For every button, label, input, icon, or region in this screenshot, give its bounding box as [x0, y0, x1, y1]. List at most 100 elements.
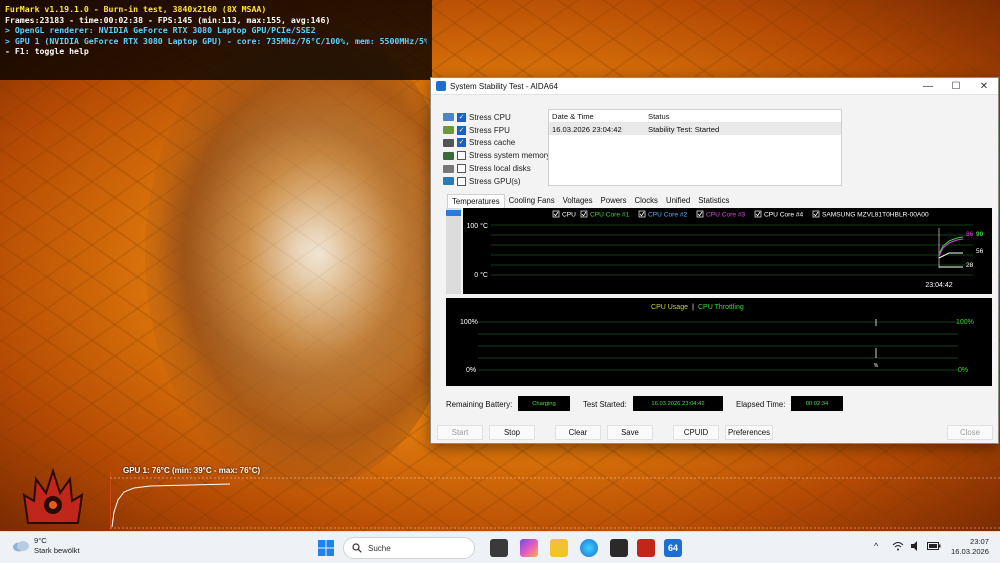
- stress-checkbox[interactable]: [457, 164, 466, 174]
- wifi-icon[interactable]: [892, 541, 904, 551]
- taskbar-search[interactable]: Suche: [343, 537, 475, 559]
- stress-checkbox[interactable]: ✓: [457, 125, 466, 135]
- task-view-icon[interactable]: [490, 539, 508, 557]
- stress-option-2[interactable]: ✓ Stress cache: [443, 137, 553, 150]
- chevron-up-icon[interactable]: ^: [874, 541, 878, 551]
- cache-icon: [443, 138, 454, 147]
- tab-powers[interactable]: Powers: [597, 194, 631, 208]
- furmark-gpu-line: > GPU 1 (NVIDIA GeForce RTX 3080 Laptop …: [5, 35, 427, 46]
- preferences-button[interactable]: Preferences: [725, 425, 773, 440]
- battery-value: Charging: [518, 396, 570, 411]
- test-started-label: Test Started:: [583, 400, 627, 409]
- tab-voltages[interactable]: Voltages: [559, 194, 597, 208]
- battery-label: Remaining Battery:: [446, 400, 513, 409]
- value-label-cpu: 28: [966, 262, 974, 269]
- stress-label: Stress CPU: [469, 112, 511, 122]
- usage-gridlines: [478, 321, 958, 371]
- volume-icon[interactable]: [910, 541, 921, 551]
- close-button[interactable]: Close: [947, 425, 993, 440]
- legend-checkbox[interactable]: [696, 210, 704, 218]
- tab-temperatures[interactable]: Temperatures: [447, 194, 505, 208]
- furmark-taskbar-icon[interactable]: [637, 539, 655, 557]
- tab-statistics[interactable]: Statistics: [694, 194, 733, 208]
- gpu-temperature-graph: [110, 472, 1000, 530]
- stress-label: Stress cache: [469, 138, 516, 148]
- window-titlebar[interactable]: System Stability Test - AIDA64 — ☐ ✕: [431, 78, 998, 95]
- sensor-scroll-thumb[interactable]: [446, 210, 461, 216]
- file-explorer-icon[interactable]: [550, 539, 568, 557]
- aida64-taskbar-icon[interactable]: 64: [664, 539, 682, 557]
- furmark-frames-line: Frames:23183 - time:00:02:38 - FPS:145 (…: [5, 14, 331, 25]
- disk-icon: [443, 164, 454, 173]
- stress-checkbox[interactable]: [457, 151, 466, 161]
- column-header-datetime[interactable]: Date & Time: [549, 112, 645, 121]
- stress-checkbox[interactable]: ✓: [457, 112, 466, 122]
- close-window-button[interactable]: ✕: [970, 78, 998, 95]
- furmark-fur-render: [145, 20, 465, 490]
- status-table: Date & Time Status 16.03.2026 23:04:42 S…: [548, 109, 842, 186]
- stress-checkbox[interactable]: ✓: [457, 138, 466, 148]
- temp-time-label: 23:04:42: [925, 282, 952, 289]
- cloud-icon: [13, 541, 29, 552]
- legend-checkbox[interactable]: [580, 210, 588, 218]
- legend-label: CPU Core #1: [590, 212, 630, 219]
- stress-option-5[interactable]: Stress GPU(s): [443, 175, 553, 188]
- store-icon[interactable]: [610, 539, 628, 557]
- taskbar: 9°C Stark bewölkt Suche 64 ^ 23:07 16.03…: [0, 531, 1000, 563]
- legend-check-mark: [813, 211, 819, 217]
- weather-widget[interactable]: 9°C Stark bewölkt: [12, 536, 80, 556]
- clear-button[interactable]: Clear: [555, 425, 601, 440]
- cpuid-button[interactable]: CPUID: [673, 425, 719, 440]
- table-row[interactable]: 16.03.2026 23:04:42 Stability Test: Star…: [549, 123, 841, 135]
- stress-checkbox[interactable]: [457, 176, 466, 186]
- tab-clocks[interactable]: Clocks: [631, 194, 662, 208]
- search-placeholder: Suche: [368, 543, 391, 553]
- stop-button[interactable]: Stop: [489, 425, 535, 440]
- test-info-row: Remaining Battery: Charging Test Started…: [446, 396, 991, 412]
- stress-option-3[interactable]: Stress system memory: [443, 149, 553, 162]
- usage-title-sep: |: [692, 304, 694, 311]
- stress-option-4[interactable]: Stress local disks: [443, 162, 553, 175]
- legend-check-mark: [553, 211, 559, 217]
- legend-label: CPU Core #4: [764, 212, 804, 219]
- elapsed-time-label: Elapsed Time:: [736, 400, 786, 409]
- system-tray: ^: [874, 541, 941, 551]
- copilot-icon[interactable]: [520, 539, 538, 557]
- legend-checkbox[interactable]: [754, 210, 762, 218]
- sensor-scroll-panel[interactable]: [446, 208, 461, 294]
- clock-time: 23:07: [969, 537, 989, 546]
- furmark-logo: [22, 467, 84, 524]
- temp-axis-bottom: 0 °C: [474, 271, 488, 279]
- legend-checkbox[interactable]: [638, 210, 646, 218]
- temperature-legend: CPU CPU Core #1 CPU Core #2 CPU Core #3 CPU …: [552, 210, 929, 219]
- stress-options-list: ✓ Stress CPU ✓ Stress FPU ✓ Stress cache Stres…: [443, 111, 553, 188]
- minimize-button[interactable]: —: [914, 78, 942, 95]
- legend-check-mark: [755, 211, 761, 217]
- furmark-help-line: - F1: toggle help: [5, 46, 89, 57]
- temp-axis-top: 100 °C: [467, 222, 488, 230]
- stress-option-0[interactable]: ✓ Stress CPU: [443, 111, 553, 124]
- edge-browser-icon[interactable]: [580, 539, 598, 557]
- stress-option-1[interactable]: ✓ Stress FPU: [443, 124, 553, 137]
- windows-start-icon[interactable]: [318, 540, 334, 556]
- legend-check-mark: [581, 211, 587, 217]
- aida64-stability-window[interactable]: System Stability Test - AIDA64 — ☐ ✕ ✓ St…: [430, 77, 999, 444]
- search-icon: [352, 543, 362, 553]
- tab-cooling-fans[interactable]: Cooling Fans: [505, 194, 559, 208]
- column-header-status[interactable]: Status: [645, 112, 670, 121]
- taskbar-clock[interactable]: 23:07 16.03.2026: [944, 537, 989, 557]
- test-started-value: 16.03.2026 23:04:42: [633, 396, 723, 411]
- elapsed-time-value: 00:02:34: [791, 396, 843, 411]
- legend-checkbox[interactable]: [812, 210, 820, 218]
- furmark-title-line: FurMark v1.19.1.0 - Burn-in test, 3840x2…: [5, 4, 267, 14]
- stress-label: Stress system memory: [469, 151, 551, 161]
- save-button[interactable]: Save: [607, 425, 653, 440]
- legend-checkbox[interactable]: [552, 210, 560, 218]
- legend-label: CPU: [562, 212, 576, 219]
- maximize-button[interactable]: ☐: [942, 78, 970, 95]
- gpu-icon: [443, 177, 454, 186]
- start-button[interactable]: Start: [437, 425, 483, 440]
- battery-icon[interactable]: [927, 542, 941, 550]
- furmark-overlay: FurMark v1.19.1.0 - Burn-in test, 3840x2…: [0, 0, 432, 80]
- tab-unified[interactable]: Unified: [662, 194, 694, 208]
